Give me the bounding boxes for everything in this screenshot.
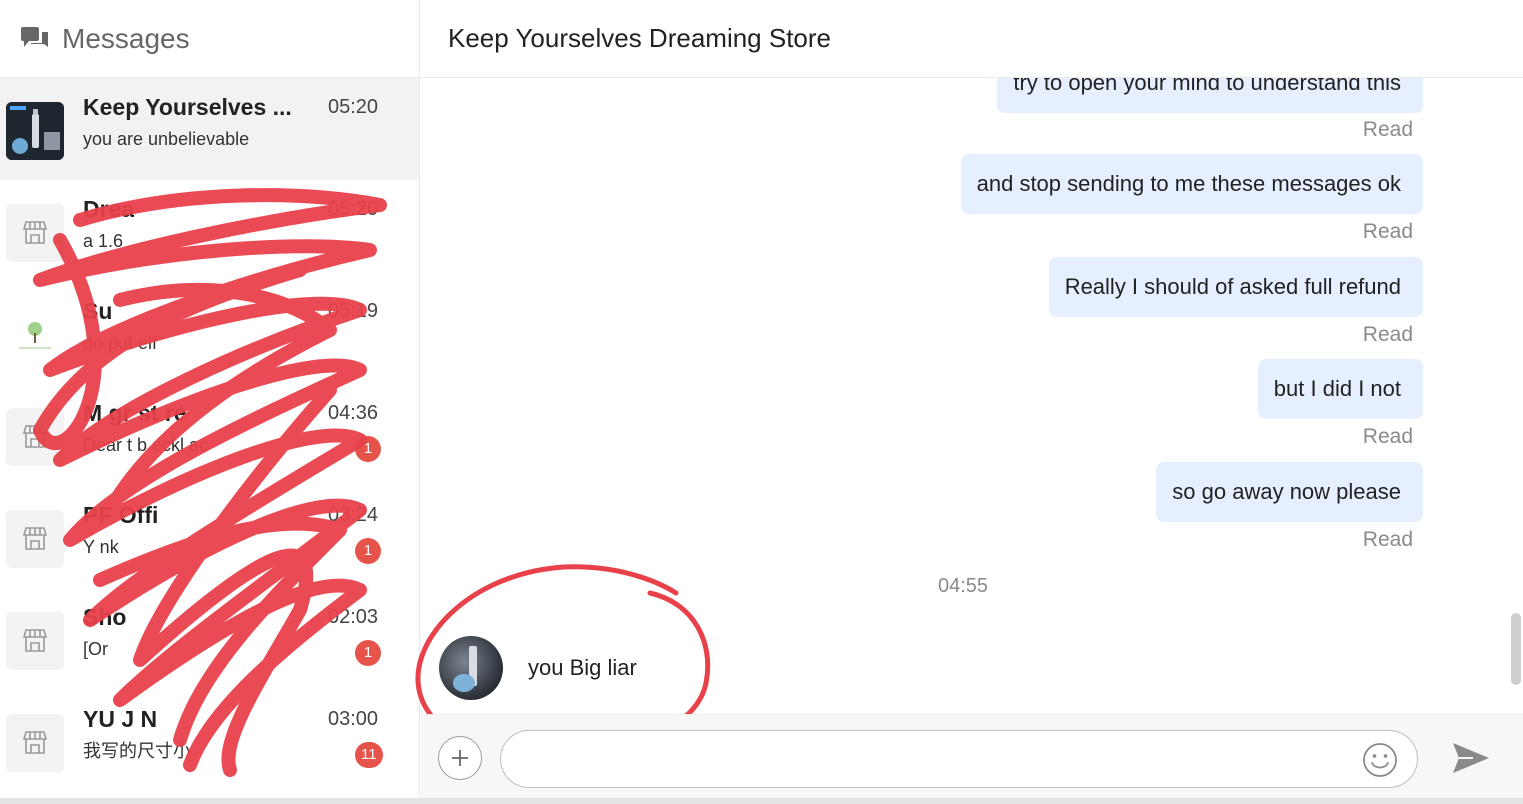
message-input-field[interactable]: [500, 730, 1418, 788]
conversation-preview: you are unbelievable: [83, 129, 250, 149]
window-bottom-edge: [0, 798, 1523, 804]
read-status: Read: [1362, 220, 1413, 243]
storefront-icon: [6, 714, 64, 772]
chat-panel: Keep Yourselves Dreaming Store try to op…: [415, 0, 1523, 798]
conversation-preview: Y nk: [83, 537, 119, 557]
conversation-name: Su: [83, 298, 113, 324]
outgoing-message: so go away now please: [1156, 462, 1423, 522]
conversation-time: 03:24: [328, 504, 379, 526]
scrollbar-thumb[interactable]: [1511, 613, 1521, 685]
conversation-item[interactable]: PF Offi 03:24 Y nk 1: [0, 486, 419, 588]
chat-header: Keep Yourselves Dreaming Store: [421, 0, 1523, 78]
sidebar-header: Messages: [0, 0, 419, 78]
conversation-time: 04:36: [328, 402, 379, 424]
conversation-name: M gr st re: [83, 400, 187, 426]
conversation-preview: do put elf: [83, 333, 158, 353]
incoming-message: you Big liar: [528, 655, 637, 680]
outgoing-message: but I did I not: [1257, 359, 1423, 419]
conversation-name: Keep Yourselves ...: [83, 94, 292, 120]
chat-title: Keep Yourselves Dreaming Store: [448, 23, 832, 53]
conversation-item[interactable]: M gr st re 04:36 Dear t b eckl ac 1: [0, 384, 419, 486]
unread-badge: 1: [355, 640, 381, 666]
sidebar-title: Messages: [62, 22, 190, 54]
conversation-time: 05:19: [328, 300, 379, 322]
conversation-item[interactable]: Sho 02:03 [Or 1: [0, 588, 419, 690]
conversation-name: Drea: [83, 196, 135, 222]
read-status: Read: [1362, 425, 1413, 448]
message-input[interactable]: [523, 731, 1343, 787]
conversation-time: 05:20: [328, 96, 379, 118]
conversation-preview: 我写的尺寸小: [83, 741, 191, 761]
smiley-icon[interactable]: [1361, 741, 1399, 779]
conversation-name: YU J N: [83, 706, 158, 732]
attach-button[interactable]: [438, 736, 482, 780]
incoming-message-row: you Big liar: [439, 635, 637, 701]
unread-badge: 1: [355, 538, 381, 564]
storefront-icon: [6, 510, 64, 568]
conversation-preview: Dear t b eckl ac: [83, 435, 209, 455]
conversation-item[interactable]: Drea 05:20 a 1.6: [0, 180, 419, 282]
send-arrow-icon[interactable]: [1451, 741, 1491, 775]
unread-badge: 11: [355, 742, 383, 768]
read-status: Read: [1362, 323, 1413, 346]
conversation-sidebar: Messages Keep Yourselves ... 05:20 you a…: [0, 0, 420, 798]
message-list[interactable]: try to open your mind to understand this…: [421, 78, 1511, 714]
conversation-time: 05:20: [328, 198, 379, 220]
conversation-preview: [Or: [83, 639, 108, 659]
chat-bubbles-icon: [21, 26, 48, 47]
read-status: Read: [1362, 528, 1413, 551]
outgoing-message: try to open your mind to understand this: [997, 78, 1423, 113]
conversation-time: 02:03: [328, 606, 379, 628]
tree-logo-icon: [6, 306, 64, 364]
plus-icon: [452, 750, 468, 766]
composer-bar: [421, 714, 1523, 798]
message-timestamp: 04:55: [938, 575, 989, 597]
conversation-preview: a 1.6: [83, 231, 124, 251]
conversation-time: 03:00: [328, 708, 379, 730]
store-avatar: [6, 102, 64, 160]
conversation-item[interactable]: Su 05:19 do put elf: [0, 282, 419, 384]
sender-avatar: [439, 636, 503, 700]
read-status: Read: [1362, 118, 1413, 141]
storefront-icon: [6, 612, 64, 670]
outgoing-message: Really I should of asked full refund: [1048, 257, 1423, 317]
outgoing-message: and stop sending to me these messages ok: [960, 154, 1423, 214]
unread-badge: 1: [355, 436, 381, 462]
conversation-item[interactable]: YU J N 03:00 我写的尺寸小 11: [0, 690, 419, 792]
storefront-icon: [6, 204, 64, 262]
conversation-name: Sho: [83, 604, 127, 630]
storefront-icon: [6, 408, 64, 466]
conversation-name: PF Offi: [83, 502, 159, 528]
conversation-item-keep-yourselves[interactable]: Keep Yourselves ... 05:20 you are unbeli…: [0, 78, 419, 180]
